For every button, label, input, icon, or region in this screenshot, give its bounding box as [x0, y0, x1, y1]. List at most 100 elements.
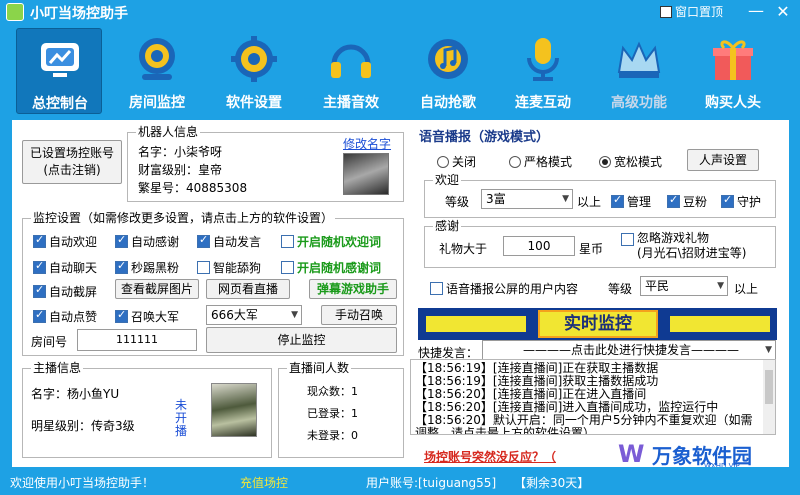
log-scrollbar[interactable] — [763, 360, 775, 434]
welcome-manage-option[interactable]: 管理 — [611, 193, 651, 210]
voice-off-label: 关闭 — [452, 155, 477, 169]
stop-monitor-button[interactable]: 停止监控 — [206, 327, 397, 353]
web-live-button[interactable]: 网页看直播 — [206, 279, 290, 299]
voice-off-radio[interactable] — [437, 155, 449, 168]
summon-option[interactable]: 召唤大军 — [115, 308, 179, 325]
welcome-fans-checkbox[interactable] — [667, 193, 680, 208]
welcome-guard-option[interactable]: 守护 — [721, 193, 761, 210]
welcome-guard-checkbox[interactable] — [721, 193, 734, 208]
thanks-gift-input[interactable]: 100 — [503, 236, 575, 256]
army-select-value: 666大军 — [211, 308, 258, 322]
ignore-game-gift-note: (月光石\招财进宝等) — [637, 246, 747, 260]
always-on-top-checkbox[interactable] — [660, 5, 672, 18]
kick-black-option[interactable]: 秒踢黑粉 — [115, 259, 179, 276]
auto-thanks-checkbox[interactable] — [115, 233, 128, 248]
auto-capture-option[interactable]: 自动截屏 — [33, 283, 97, 300]
account-button-line1: 已设置场控账号 — [29, 146, 114, 160]
tab-buy-heads[interactable]: 购买人头 — [690, 28, 776, 114]
kick-black-label: 秒踢黑粉 — [131, 261, 180, 275]
random-welcome-checkbox[interactable] — [281, 235, 294, 248]
welcome-level-select[interactable]: 3富 ▼ — [481, 189, 573, 209]
auto-chat-checkbox[interactable] — [33, 259, 46, 274]
music-icon — [428, 39, 468, 79]
voice-setting-button[interactable]: 人声设置 — [687, 149, 759, 171]
tab-room-monitor-label: 房间监控 — [129, 95, 185, 111]
room-number-input[interactable]: 111111 — [77, 329, 197, 351]
welcome-fans-option[interactable]: 豆粉 — [667, 193, 707, 210]
random-thanks-label: 开启随机感谢词 — [297, 261, 382, 275]
tab-auto-song[interactable]: 自动抢歌 — [405, 28, 491, 114]
view-capture-button[interactable]: 查看截屏图片 — [115, 279, 199, 299]
tab-console[interactable]: 总控制台 — [16, 28, 102, 114]
summon-checkbox[interactable] — [115, 308, 128, 323]
realtime-monitor-banner: 实时监控 — [418, 308, 777, 340]
auto-like-option[interactable]: 自动点赞 — [33, 308, 97, 325]
auto-speak-option[interactable]: 自动发言 — [197, 233, 261, 250]
gear-icon — [231, 36, 277, 82]
tab-anchor-sound[interactable]: 主播音效 — [308, 28, 394, 114]
welcome-title: 欢迎 — [433, 173, 462, 187]
auto-chat-option[interactable]: 自动聊天 — [33, 259, 97, 276]
army-select[interactable]: 666大军 ▼ — [206, 305, 302, 325]
quick-speak-select[interactable]: ————点击此处进行快捷发言———— ▼ — [482, 340, 776, 360]
tab-console-label: 总控制台 — [32, 96, 88, 112]
game-helper-button[interactable]: 弹幕游戏助手 — [309, 279, 397, 299]
random-thanks-checkbox[interactable] — [281, 261, 294, 274]
random-welcome-option[interactable]: 开启随机欢迎词 — [281, 233, 381, 250]
public-voice-label: 语音播报公屏的用户内容 — [446, 282, 579, 296]
auto-like-checkbox[interactable] — [33, 308, 46, 323]
anchor-info-title: 主播信息 — [31, 361, 84, 375]
voice-strict-option[interactable]: 严格模式 — [509, 153, 572, 170]
console-icon — [41, 43, 79, 77]
close-button[interactable]: ✕ — [772, 2, 794, 22]
ignore-game-gift-option[interactable]: 忽略游戏礼物 (月光石\招财进宝等) — [621, 231, 746, 261]
edit-name-link[interactable]: 修改名字 — [343, 135, 391, 152]
random-welcome-label: 开启随机欢迎词 — [297, 235, 382, 249]
always-on-top-toggle[interactable]: 窗口置顶 — [660, 3, 723, 20]
recharge-link[interactable]: 充值场控 — [240, 474, 288, 491]
minimize-button[interactable]: — — [745, 2, 767, 22]
audience-title: 直播间人数 — [287, 361, 352, 375]
tab-settings[interactable]: 软件设置 — [211, 28, 297, 114]
monitor-log[interactable]: 【18:56:19】[连接直播间]正在获取主播数据 【18:56:19】[连接直… — [410, 359, 776, 435]
banner-stripe-right — [670, 316, 770, 332]
smart-kiss-option[interactable]: 智能舔狗 — [197, 259, 261, 276]
random-thanks-option[interactable]: 开启随机感谢词 — [281, 259, 381, 276]
voice-loose-option[interactable]: 宽松模式 — [599, 153, 662, 170]
tab-advanced[interactable]: 高级功能 — [596, 28, 682, 114]
auto-thanks-option[interactable]: 自动感谢 — [115, 233, 179, 250]
monitor-settings-group: 监控设置（如需修改更多设置，请点击上方的软件设置） 自动欢迎 自动感谢 自动发言… — [22, 211, 404, 356]
tab-mic-interact[interactable]: 连麦互动 — [500, 28, 586, 114]
auto-welcome-checkbox[interactable] — [33, 233, 46, 248]
log-scrollbar-thumb[interactable] — [765, 370, 773, 404]
voice-loose-radio[interactable] — [599, 155, 611, 168]
auto-speak-checkbox[interactable] — [197, 233, 210, 248]
public-voice-level-value: 平民 — [645, 279, 670, 293]
summon-label: 召唤大军 — [131, 310, 180, 324]
auto-welcome-option[interactable]: 自动欢迎 — [33, 233, 97, 250]
public-voice-level-select[interactable]: 平民 ▼ — [640, 276, 728, 296]
voice-strict-radio[interactable] — [509, 155, 521, 168]
account-button[interactable]: 已设置场控账号 (点击注销) — [22, 140, 122, 184]
tab-room-monitor[interactable]: 房间监控 — [114, 28, 200, 114]
ignore-game-gift-text: 忽略游戏礼物 (月光石\招财进宝等) — [637, 231, 746, 261]
chevron-down-icon: ▼ — [765, 345, 772, 355]
auto-capture-checkbox[interactable] — [33, 283, 46, 298]
voice-off-option[interactable]: 关闭 — [437, 153, 476, 170]
tab-anchor-sound-label: 主播音效 — [323, 95, 379, 111]
account-issue-link[interactable]: 场控账号突然没反应？（ — [424, 448, 556, 465]
public-voice-option[interactable]: 语音播报公屏的用户内容 — [430, 280, 578, 297]
robot-wealth: 财富级别：皇帝 — [138, 163, 223, 177]
app-logo-icon — [6, 3, 24, 21]
kick-black-checkbox[interactable] — [115, 259, 128, 274]
tab-advanced-label: 高级功能 — [611, 95, 667, 111]
audience-not-logged: 未登录：0 — [307, 429, 358, 442]
manual-summon-button[interactable]: 手动召唤 — [321, 305, 397, 325]
public-voice-checkbox[interactable] — [430, 282, 443, 295]
room-number-label: 房间号 — [31, 335, 68, 349]
robot-number: 繁星号：40885308 — [138, 181, 248, 195]
smart-kiss-checkbox[interactable] — [197, 261, 210, 274]
audience-logged: 已登录：1 — [307, 407, 358, 420]
welcome-manage-checkbox[interactable] — [611, 193, 624, 208]
ignore-game-gift-checkbox[interactable] — [621, 233, 634, 246]
